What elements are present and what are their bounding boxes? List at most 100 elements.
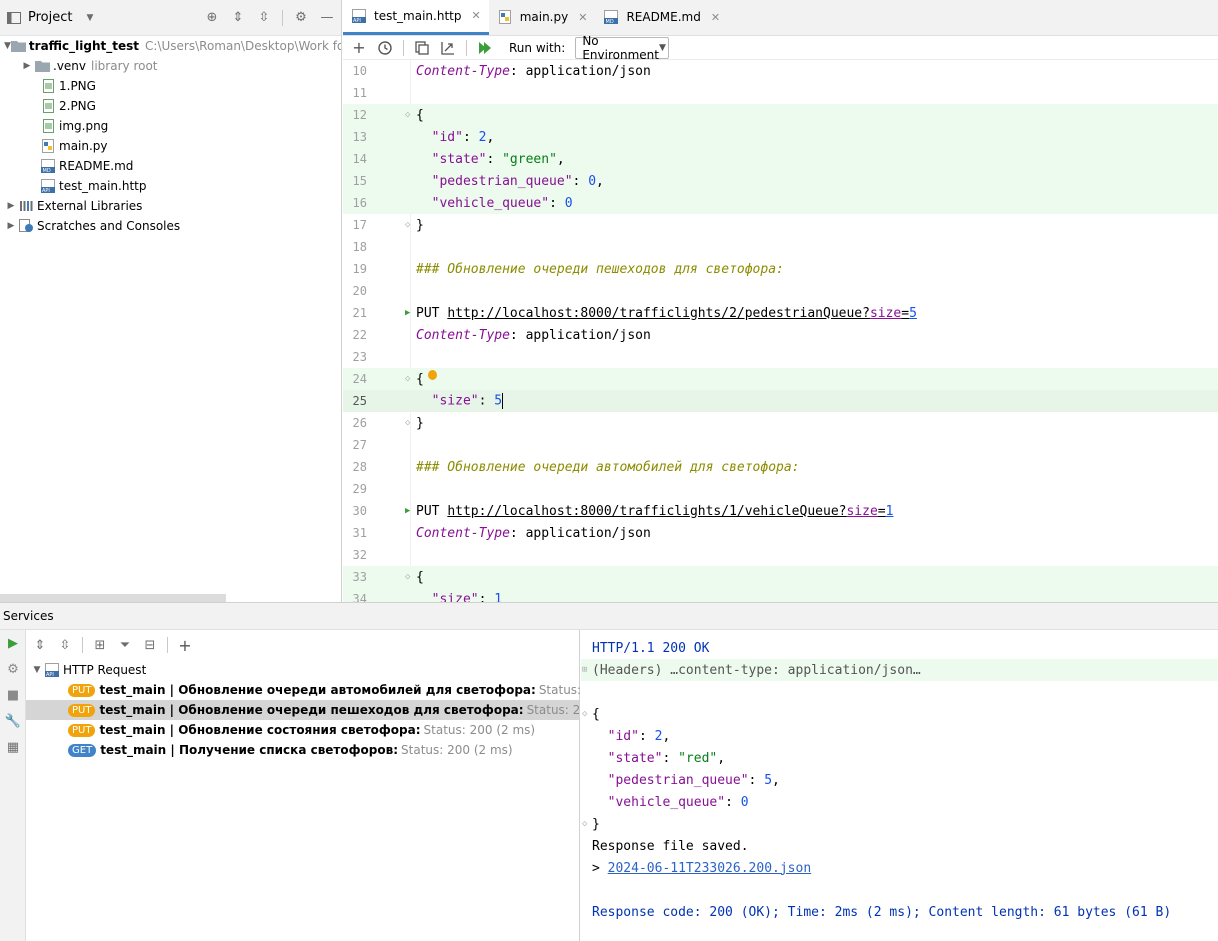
image-file-icon: [40, 78, 56, 94]
fold-icon[interactable]: ◇: [405, 220, 414, 230]
request-row[interactable]: PUT test_main | Обновление очереди автом…: [26, 680, 650, 700]
response-saved-text: Response file saved.: [592, 838, 749, 854]
tree-item-scratches[interactable]: ▶ Scratches and Consoles: [0, 216, 341, 236]
tree-item-label: main.py: [59, 139, 108, 153]
request-url[interactable]: http://localhost:8000/trafficlights/1/ve…: [447, 504, 846, 519]
new-tab-icon[interactable]: ⊟: [142, 637, 158, 653]
tree-item-venv[interactable]: ▶ .venv library root: [0, 56, 341, 76]
fold-icon[interactable]: ◇: [405, 572, 414, 582]
project-title[interactable]: Project: [28, 10, 72, 25]
response-viewer[interactable]: HTTP/1.1 200 OK ⊞ (Headers) …content-type…: [581, 630, 1218, 941]
stop-icon[interactable]: ■: [0, 682, 26, 708]
close-icon[interactable]: ✕: [711, 11, 720, 24]
tree-item-test-main-http[interactable]: API test_main.http: [0, 176, 341, 196]
svg-text:MD: MD: [43, 168, 51, 173]
line-number: 17: [352, 218, 367, 232]
chevron-right-icon[interactable]: ▶: [20, 61, 34, 71]
json-key: "pedestrian_queue": [607, 772, 749, 788]
run-request-icon[interactable]: ▶: [405, 308, 414, 318]
tree-item-imgpng[interactable]: img.png: [0, 116, 341, 136]
code-line: 20: [343, 280, 1218, 302]
code-text: }: [416, 217, 424, 233]
json-comma: ,: [596, 173, 604, 189]
code-area[interactable]: 10 Content-Type: application/json 11 12 ◇{…: [343, 60, 1218, 602]
tree-item-1png[interactable]: 1.PNG: [0, 76, 341, 96]
request-separator: |: [166, 743, 179, 757]
response-file-link[interactable]: 2024-06-11T233026.200.json: [608, 861, 812, 876]
request-row[interactable]: PUT test_main | Обновление состояния све…: [26, 720, 579, 740]
fold-icon[interactable]: ◇: [582, 819, 587, 829]
header-value: : application/json: [509, 63, 651, 79]
tree-root[interactable]: ▼ traffic_light_test C:\Users\Roman\Desk…: [0, 36, 341, 56]
code-line: 22 Content-Type: application/json: [343, 324, 1218, 346]
code-line: 33 ◇{: [343, 566, 1218, 588]
run-all-icon[interactable]: [477, 40, 493, 56]
line-number: 33: [352, 570, 367, 584]
request-row[interactable]: GET test_main | Получение списка светофо…: [26, 740, 579, 760]
fold-icon[interactable]: ◇: [582, 709, 587, 719]
project-view-icon[interactable]: [6, 10, 22, 26]
chevron-right-icon[interactable]: ▶: [4, 201, 18, 211]
tree-item-2png[interactable]: 2.PNG: [0, 96, 341, 116]
response-summary: Response code: 200 (OK); Time: 2ms (2 ms…: [592, 904, 1172, 920]
expand-all-icon[interactable]: ⇕: [32, 637, 48, 653]
svg-text:API: API: [42, 188, 50, 193]
line-number: 25: [352, 394, 367, 408]
expand-headers-icon[interactable]: ⊞: [582, 665, 587, 675]
close-icon[interactable]: ✕: [471, 9, 480, 22]
tree-item-readme[interactable]: MD README.md: [0, 156, 341, 176]
method-badge: PUT: [68, 723, 96, 737]
run-request-icon[interactable]: ▶: [405, 506, 414, 516]
code-line: 28 ### Обновление очереди автомобилей для…: [343, 456, 1218, 478]
json-comma: ,: [556, 151, 565, 167]
request-url[interactable]: http://localhost:8000/trafficlights/2/pe…: [447, 306, 870, 321]
folder-icon: [10, 38, 26, 54]
response-line[interactable]: ⊞ (Headers) …content-type: application/js…: [581, 659, 1218, 681]
services-side-toolbar: ▶ ⚙ ■ 🔧 ▦: [0, 630, 26, 941]
response-headers[interactable]: (Headers) …content-type: application/jso…: [592, 663, 921, 678]
group-by-icon[interactable]: ⊞: [92, 637, 108, 653]
gear-icon[interactable]: ⚙: [293, 10, 309, 26]
tree-item-label: 2.PNG: [59, 99, 96, 113]
history-icon[interactable]: [377, 40, 393, 56]
request-row-selected[interactable]: PUT test_main | Обновление очереди пешех…: [26, 700, 638, 720]
tree-item-mainpy[interactable]: main.py: [0, 136, 341, 156]
chevron-down-icon[interactable]: ▼: [4, 41, 11, 51]
tab-test-main-http[interactable]: API test_main.http ✕: [343, 0, 489, 35]
tree-item-external-libraries[interactable]: ▶ External Libraries: [0, 196, 341, 216]
horizontal-scrollbar[interactable]: [0, 594, 226, 602]
chevron-right-icon[interactable]: ▶: [4, 221, 18, 231]
close-icon[interactable]: ✕: [578, 11, 587, 24]
json-key: "pedestrian_queue": [431, 173, 573, 189]
http-request-group[interactable]: ▼ API HTTP Request: [26, 660, 579, 680]
response-line: Response code: 200 (OK); Time: 2ms (2 ms…: [581, 901, 1218, 923]
layout-icon[interactable]: ▦: [0, 734, 26, 760]
header-name: Content-Type: [416, 63, 510, 79]
run-icon[interactable]: ▶: [0, 630, 26, 656]
chevron-down-icon[interactable]: ▼: [30, 665, 44, 675]
add-service-icon[interactable]: +: [177, 636, 193, 655]
tab-main-py[interactable]: main.py ✕: [489, 0, 596, 35]
examples-icon[interactable]: [440, 40, 456, 56]
debug-icon[interactable]: ⚙: [0, 656, 26, 682]
collapse-all-icon[interactable]: ⇳: [57, 637, 73, 653]
add-request-icon[interactable]: +: [351, 38, 367, 57]
collapse-all-icon[interactable]: ⇳: [256, 10, 272, 26]
wrench-icon[interactable]: 🔧: [0, 708, 26, 734]
fold-icon[interactable]: ◇: [405, 110, 414, 120]
convert-icon[interactable]: [414, 40, 430, 56]
minimize-icon[interactable]: —: [319, 10, 335, 26]
environment-select[interactable]: No Environment ▼: [575, 34, 670, 62]
tab-readme[interactable]: MD README.md ✕: [595, 0, 728, 35]
chevron-down-icon[interactable]: ▼: [86, 13, 93, 23]
filter-icon[interactable]: ⏷: [117, 637, 133, 653]
text-caret: [502, 393, 504, 409]
request-status: Status: 200 (2 ms): [401, 743, 513, 757]
expand-all-icon[interactable]: ⇕: [230, 10, 246, 26]
fold-icon[interactable]: ◇: [405, 418, 414, 428]
locate-file-icon[interactable]: ⊕: [204, 10, 220, 26]
response-line: ◇}: [581, 813, 1218, 835]
request-desc: Получение списка светофоров:: [178, 743, 399, 757]
lightbulb-icon[interactable]: [428, 370, 437, 380]
fold-icon[interactable]: ◇: [405, 374, 414, 384]
